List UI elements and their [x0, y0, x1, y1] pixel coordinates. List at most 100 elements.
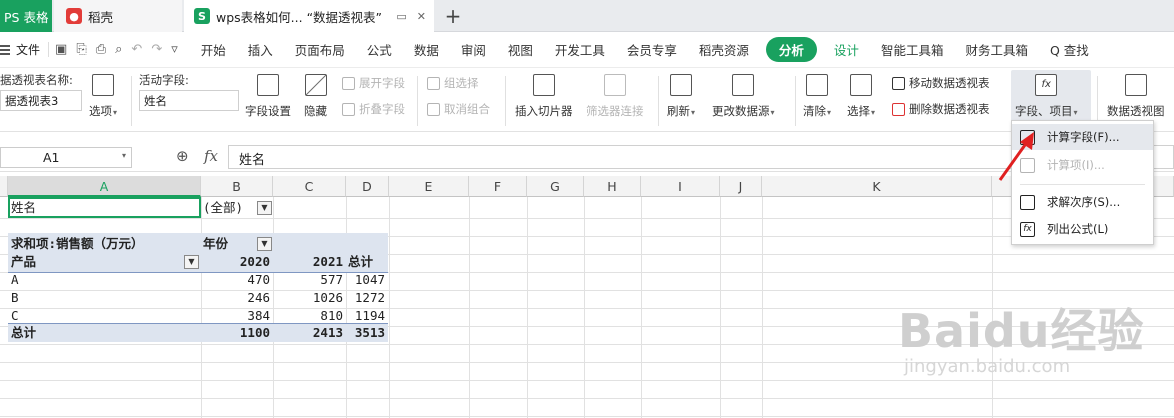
menu-tab-3[interactable]: 公式	[356, 40, 403, 59]
menu-tab-6[interactable]: 视图	[497, 40, 544, 59]
menu-tab-analyze[interactable]: 分析	[765, 37, 817, 62]
tab-document[interactable]: S wps表格如何... “数据透视表” ▭ ✕	[184, 0, 434, 32]
insert-slicer-button[interactable]: 插入切片器	[515, 74, 573, 119]
filter-dropdown-icon[interactable]: ▼	[257, 201, 272, 215]
column-header-a[interactable]: A	[8, 176, 201, 197]
search-command[interactable]: Q 查找	[1039, 40, 1100, 59]
filter-connections-icon	[603, 74, 626, 96]
file-menu-button[interactable]: 文件	[0, 41, 48, 58]
print-preview-icon[interactable]: ⌕	[115, 42, 122, 57]
menu-tab-5[interactable]: 审阅	[450, 40, 497, 59]
baidu-watermark: Baidu经验	[898, 295, 1145, 361]
group-selection-button[interactable]: 组选择	[427, 75, 479, 91]
change-data-source-label: 更改数据源	[712, 104, 770, 118]
menu-tab-7[interactable]: 开发工具	[544, 40, 616, 59]
clear-button[interactable]: 清除▾	[803, 74, 831, 119]
new-tab-icon[interactable]: +	[442, 4, 464, 28]
name-box-dropdown-icon[interactable]: ▾	[122, 151, 126, 160]
column-header-h[interactable]: H	[584, 176, 641, 197]
grid-row-line	[0, 290, 1174, 291]
undo-icon[interactable]: ↶	[131, 42, 142, 57]
menu-tab-8[interactable]: 会员专享	[616, 40, 688, 59]
filter-connections-button[interactable]: 筛选器连接	[586, 74, 644, 119]
move-pivot-button[interactable]: 移动数据透视表	[892, 75, 990, 91]
docer-logo-icon: ●	[66, 8, 82, 24]
name-box[interactable]: A1	[0, 147, 132, 168]
export-pdf-icon[interactable]: ⎘	[76, 42, 86, 57]
list-formulas-menu-item[interactable]: fx 列出公式(L)	[1012, 216, 1153, 242]
ungroup-button[interactable]: 取消组合	[427, 101, 490, 117]
fields-items-label: 字段、项目	[1015, 104, 1073, 118]
menu-tab-finance-toolbox[interactable]: 财务工具箱	[954, 40, 1039, 59]
column-header-c[interactable]: C	[273, 176, 346, 197]
hide-button[interactable]: 隐藏	[304, 74, 327, 119]
grid-row-line	[0, 398, 1174, 399]
product-cell: B	[11, 290, 19, 305]
value-2021-cell: 1026	[312, 290, 343, 305]
tab-wps-spreadsheet[interactable]: PS 表格	[0, 0, 52, 32]
select-label: 选择	[847, 104, 870, 118]
column-header-k[interactable]: K	[762, 176, 992, 197]
active-cell-a1[interactable]	[8, 197, 201, 218]
field-settings-button[interactable]: 字段设置	[245, 74, 291, 119]
menu-tab-design[interactable]: 设计	[823, 40, 870, 59]
pivot-name-input[interactable]: 据透视表3	[0, 90, 82, 111]
refresh-button[interactable]: 刷新▾	[667, 74, 695, 119]
collapse-field-button[interactable]: 折叠字段	[342, 101, 405, 117]
select-all-corner[interactable]	[0, 176, 8, 197]
save-icon[interactable]: ▣	[55, 42, 67, 57]
active-field-label: 活动字段:	[139, 73, 189, 87]
product-dropdown-icon[interactable]: ▼	[184, 255, 199, 269]
value-field-header: 求和项:销售额（万元）	[11, 236, 144, 251]
options-label: 选项	[89, 104, 112, 118]
calculated-field-label: 计算字段(F)...	[1047, 130, 1120, 144]
ungroup-label: 取消组合	[444, 102, 490, 116]
collapse-field-icon	[342, 102, 355, 116]
column-header-d[interactable]: D	[346, 176, 389, 197]
column-header-j[interactable]: J	[720, 176, 762, 197]
options-button[interactable]: 选项▾	[89, 74, 117, 119]
tab-docer[interactable]: ● 稻壳	[54, 0, 182, 32]
close-tab-icon[interactable]: ✕	[417, 10, 426, 23]
customize-toolbar-icon[interactable]: ▿	[171, 42, 178, 57]
pivot-chart-button[interactable]: 数据透视图	[1107, 74, 1165, 119]
fields-items-button[interactable]: fx 字段、项目▾	[1015, 74, 1078, 119]
change-data-source-button[interactable]: 更改数据源▾	[712, 74, 775, 119]
delete-pivot-button[interactable]: 删除数据透视表	[892, 101, 990, 117]
ribbon-tabs: 开始 插入 页面布局 公式 数据 审阅 视图 开发工具 会员专享 稻壳资源 分析 设计 智能工具箱 财务工…	[190, 37, 1100, 62]
column-header-i[interactable]: I	[641, 176, 720, 197]
expand-field-button[interactable]: 展开字段	[342, 75, 405, 91]
print-icon[interactable]: ⎙	[96, 42, 106, 57]
menu-tab-0[interactable]: 开始	[190, 40, 237, 59]
slicer-icon	[532, 74, 555, 96]
red-pointer-arrow-icon	[998, 132, 1034, 181]
column-header-f[interactable]: F	[469, 176, 527, 197]
hamburger-icon	[0, 44, 10, 55]
column-header-e[interactable]: E	[389, 176, 469, 197]
year-dropdown-icon[interactable]: ▼	[257, 237, 272, 251]
file-menu-label: 文件	[16, 43, 41, 57]
zoom-search-icon[interactable]: ⊕	[176, 147, 189, 165]
collapse-field-label: 折叠字段	[359, 102, 405, 116]
pivot-chart-icon	[1124, 74, 1147, 96]
column-header-b[interactable]: B	[201, 176, 273, 197]
menu-tab-9[interactable]: 稻壳资源	[688, 40, 760, 59]
column-header-g[interactable]: G	[527, 176, 584, 197]
menu-tab-1[interactable]: 插入	[237, 40, 284, 59]
fx-icon[interactable]: fx	[204, 147, 218, 165]
value-2021-cell: 577	[320, 272, 343, 287]
active-field-input[interactable]: 姓名	[139, 90, 239, 111]
select-button[interactable]: 选择▾	[847, 74, 875, 119]
menu-tab-smart-toolbox[interactable]: 智能工具箱	[870, 40, 955, 59]
menu-tab-4[interactable]: 数据	[403, 40, 450, 59]
window-float-icon[interactable]: ▭	[396, 10, 406, 23]
grid-row-line	[0, 380, 1174, 381]
grand-total-all: 3513	[354, 325, 385, 340]
row-total-cell: 1272	[354, 290, 385, 305]
data-source-icon	[732, 74, 755, 96]
field-settings-icon	[257, 74, 279, 96]
solve-order-menu-item[interactable]: 求解次序(S)...	[1012, 189, 1153, 215]
redo-icon[interactable]: ↷	[151, 42, 162, 57]
select-cursor-icon	[850, 74, 872, 96]
menu-tab-2[interactable]: 页面布局	[284, 40, 356, 59]
